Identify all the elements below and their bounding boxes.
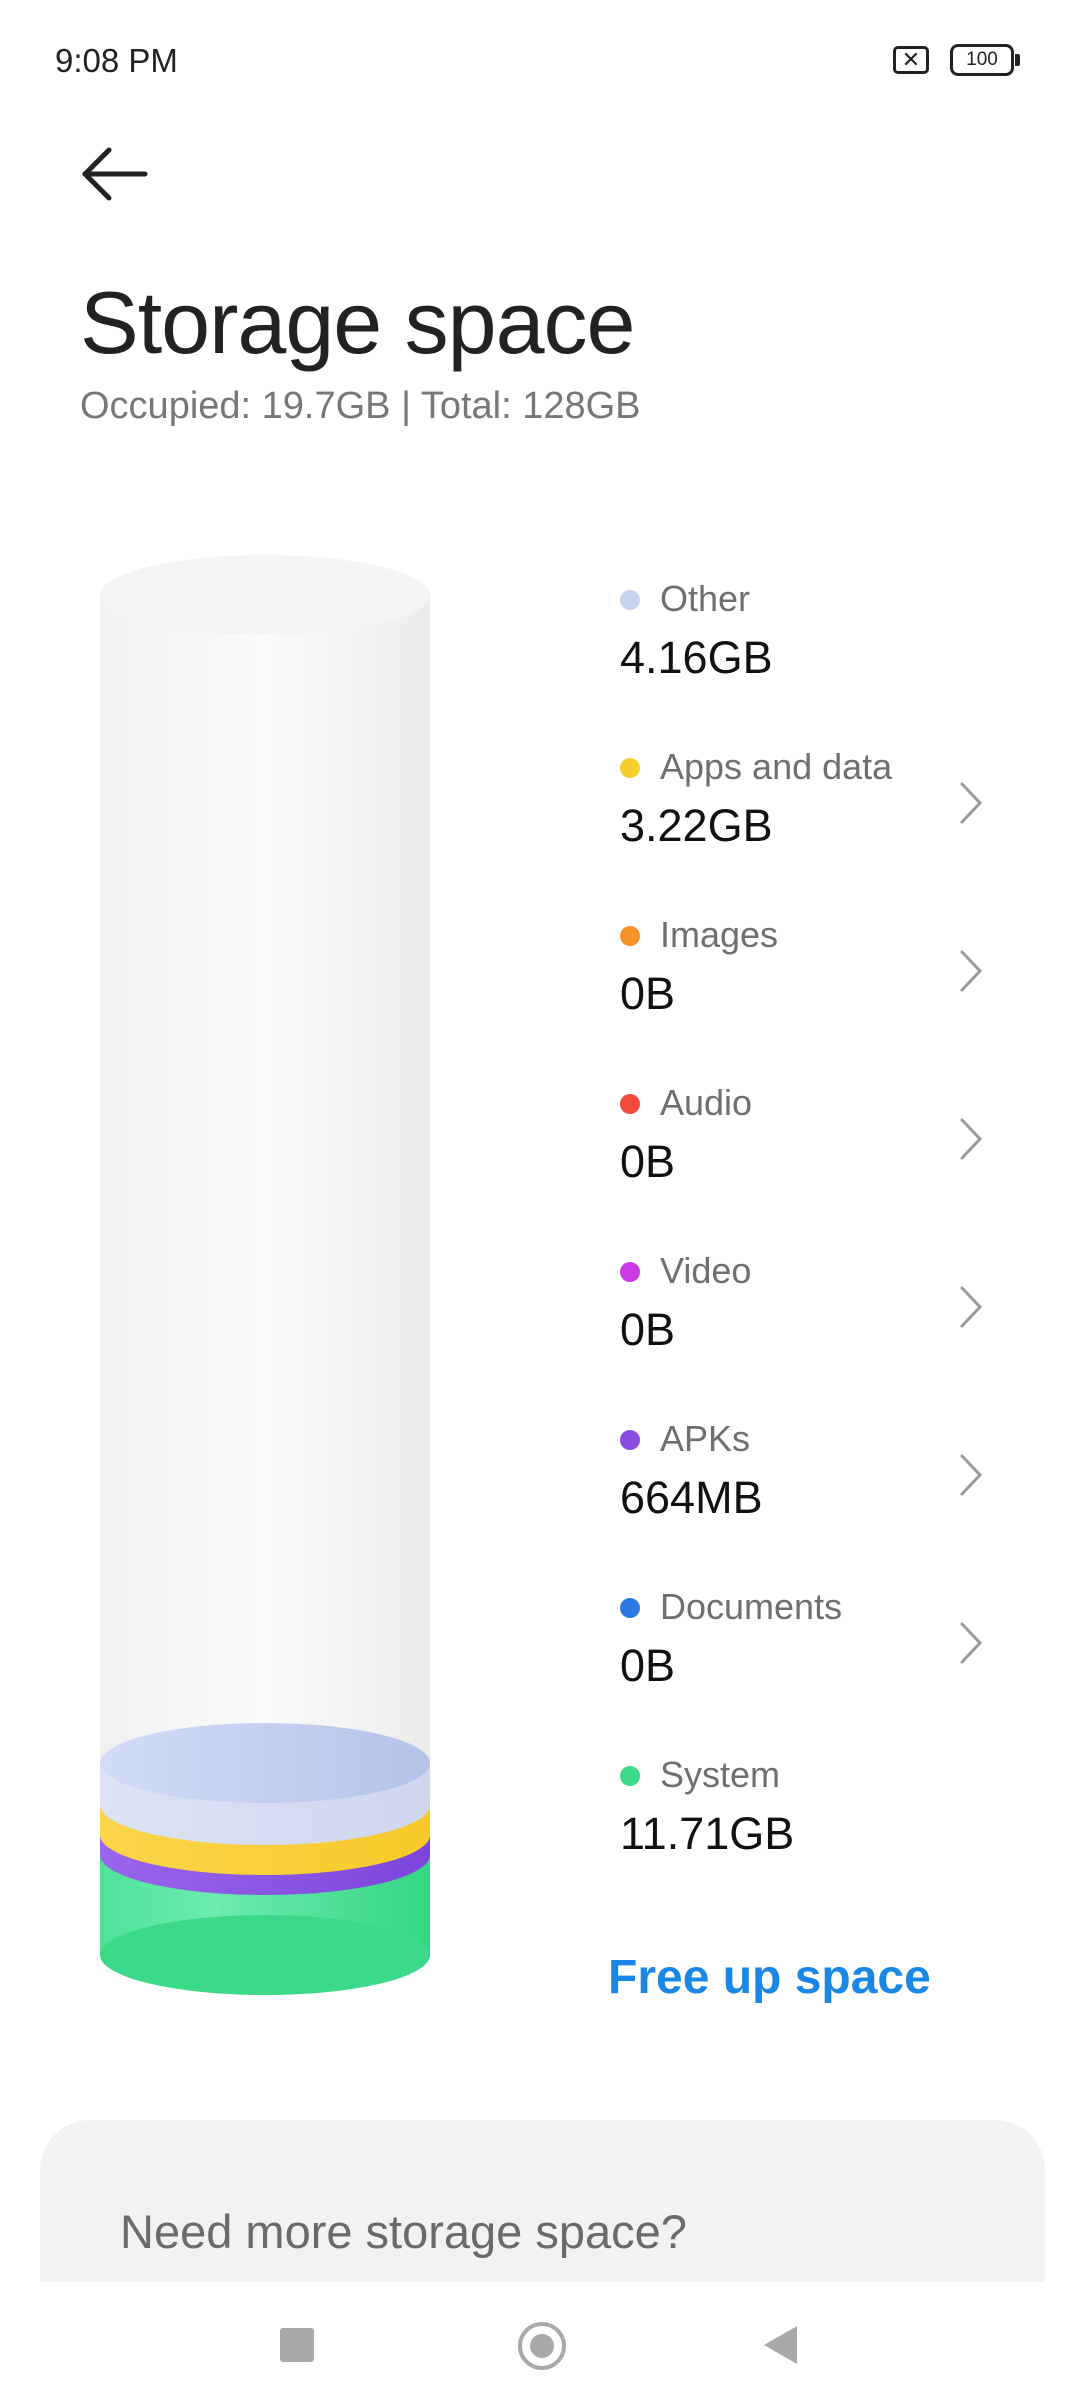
triangle-back-icon[interactable] — [764, 2326, 797, 2364]
system-nav-bar — [0, 2282, 1080, 2400]
page-title: Storage space — [80, 273, 635, 372]
category-size: 11.71GB — [620, 1808, 795, 1859]
chevron-right-icon — [960, 782, 982, 824]
category-label: Audio — [660, 1082, 753, 1123]
category-label: Documents — [660, 1586, 843, 1627]
battery-icon: 100 — [950, 44, 1020, 76]
storage-summary: Occupied: 19.7GB | Total: 128GB — [80, 385, 641, 427]
arrow-left-icon — [82, 147, 148, 201]
status-time: 9:08 PM — [55, 42, 178, 79]
category-documents[interactable]: Documents 0B — [600, 1578, 1020, 1718]
category-size: 0B — [620, 1136, 676, 1187]
chevron-right-icon — [960, 950, 982, 992]
chevron-right-icon — [960, 1118, 982, 1160]
more-storage-prompt: Need more storage space? — [120, 2205, 687, 2258]
no-sim-icon: ✕ — [893, 46, 929, 74]
category-video[interactable]: Video 0B — [600, 1242, 1020, 1382]
category-label: Other — [660, 578, 751, 619]
category-label: Video — [660, 1250, 752, 1291]
category-color-dot — [620, 1262, 640, 1282]
chevron-right-icon — [960, 1454, 982, 1496]
category-size: 0B — [620, 1304, 676, 1355]
chevron-right-icon — [960, 1286, 982, 1328]
free-up-space-button[interactable]: Free up space — [608, 1950, 931, 2005]
category-color-dot — [620, 1598, 640, 1618]
category-size: 4.16GB — [620, 632, 773, 683]
category-apks[interactable]: APKs 664MB — [600, 1410, 1020, 1550]
square-recents-icon[interactable] — [280, 2328, 314, 2362]
category-size: 664MB — [620, 1472, 763, 1523]
storage-cylinder — [95, 555, 435, 2035]
category-system: System 11.71GB — [600, 1746, 1020, 1886]
status-bar: 9:08 PM ✕ 100 — [0, 0, 1080, 120]
category-audio[interactable]: Audio 0B — [600, 1074, 1020, 1214]
category-apps-and-data[interactable]: Apps and data 3.22GB — [600, 738, 1020, 878]
category-color-dot — [620, 1430, 640, 1450]
chevron-right-icon — [960, 1622, 982, 1664]
battery-level: 100 — [950, 44, 1014, 76]
category-size: 0B — [620, 968, 676, 1019]
category-size: 3.22GB — [620, 800, 773, 851]
category-color-dot — [620, 1766, 640, 1786]
category-color-dot — [620, 758, 640, 778]
category-label: System — [660, 1754, 781, 1795]
category-other: Other 4.16GB — [600, 570, 1020, 710]
category-size: 0B — [620, 1640, 676, 1691]
category-label: Apps and data — [660, 746, 893, 787]
category-color-dot — [620, 590, 640, 610]
category-label: APKs — [660, 1418, 751, 1459]
circle-home-icon[interactable] — [518, 2322, 566, 2370]
category-label: Images — [660, 914, 779, 955]
category-color-dot — [620, 926, 640, 946]
category-color-dot — [620, 1094, 640, 1114]
back-button[interactable] — [75, 140, 155, 210]
category-images[interactable]: Images 0B — [600, 906, 1020, 1046]
